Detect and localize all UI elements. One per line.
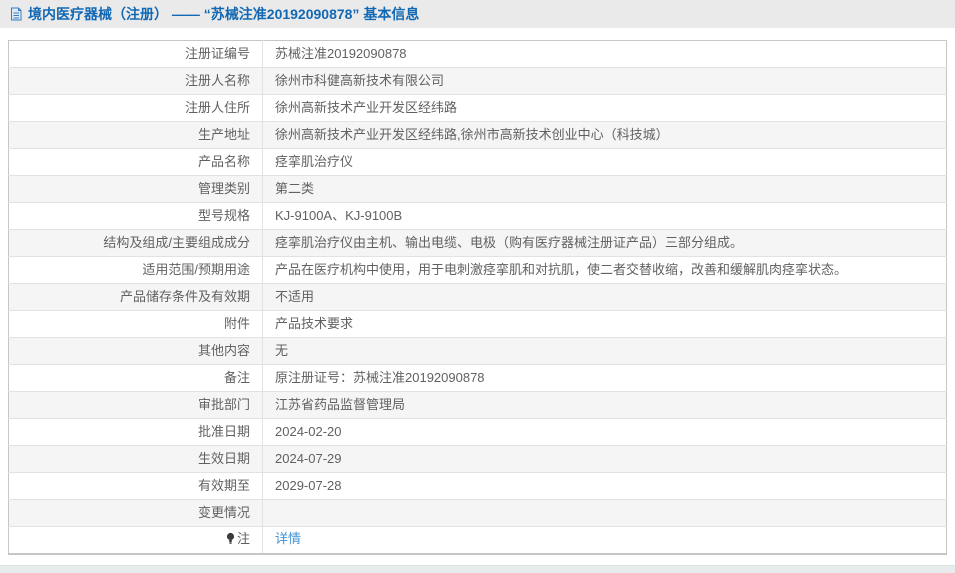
table-row: 注册人名称 徐州市科健高新技术有限公司 bbox=[8, 67, 947, 95]
row-value: 原注册证号：苏械注准20192090878 bbox=[275, 369, 485, 385]
row-label: 管理类别 bbox=[8, 175, 263, 203]
table-row: 审批部门 江苏省药品监督管理局 bbox=[8, 391, 947, 419]
row-value: 江苏省药品监督管理局 bbox=[275, 396, 406, 412]
row-value: 徐州高新技术产业开发区经纬路 bbox=[275, 99, 458, 115]
row-label: 适用范围/预期用途 bbox=[8, 256, 263, 284]
row-label: 生效日期 bbox=[8, 445, 263, 473]
table-row: 生效日期 2024-07-29 bbox=[8, 445, 947, 473]
row-label: 产品储存条件及有效期 bbox=[8, 283, 263, 311]
table-row: 生产地址 徐州高新技术产业开发区经纬路,徐州市高新技术创业中心（科技城） bbox=[8, 121, 947, 149]
info-table-body: 注册证编号 苏械注准20192090878 注册人名称 徐州市科健高新技术有限公司 注册… bbox=[8, 40, 947, 554]
row-value: 无 bbox=[275, 342, 289, 358]
row-label: 审批部门 bbox=[8, 391, 263, 419]
row-label: 型号规格 bbox=[8, 202, 263, 230]
row-value: 徐州市科健高新技术有限公司 bbox=[275, 72, 445, 88]
row-label: 其他内容 bbox=[8, 337, 263, 365]
row-label: 注册人住所 bbox=[8, 94, 263, 122]
table-row: 适用范围/预期用途 产品在医疗机构中使用，用于电刺激痉挛肌和对抗肌，使二者交替收缩… bbox=[8, 256, 947, 284]
row-label: 变更情况 bbox=[8, 499, 263, 527]
row-value: 产品技术要求 bbox=[275, 315, 354, 331]
table-row: 批准日期 2024-02-20 bbox=[8, 418, 947, 446]
table-row: 有效期至 2029-07-28 bbox=[8, 472, 947, 500]
header-bar: 境内医疗器械（注册） —— “苏械注准20192090878” 基本信息 bbox=[0, 0, 955, 28]
row-label: 产品名称 bbox=[8, 148, 263, 176]
row-value: 2029-07-28 bbox=[275, 477, 342, 493]
row-label: 结构及组成/主要组成成分 bbox=[8, 229, 263, 257]
row-value: 第二类 bbox=[275, 180, 315, 196]
table-row: 备注 原注册证号：苏械注准20192090878 bbox=[8, 364, 947, 392]
row-label: 备注 bbox=[8, 364, 263, 392]
table-row: 其他内容无 bbox=[8, 337, 947, 365]
row-label: 批准日期 bbox=[8, 418, 263, 446]
row-label: 生产地址 bbox=[8, 121, 263, 149]
page-title: 境内医疗器械（注册） —— “苏械注准20192090878” 基本信息 bbox=[28, 6, 420, 22]
table-row: 变更情况 bbox=[8, 499, 947, 527]
row-value bbox=[263, 500, 947, 527]
table-row: 型号规格 KJ-9100A、KJ-9100B bbox=[8, 202, 947, 230]
row-label: 注 bbox=[8, 526, 263, 554]
registration-info-table: 注册证编号 苏械注准20192090878 注册人名称 徐州市科健高新技术有限公司 注册… bbox=[8, 40, 947, 555]
row-value: 详情 bbox=[263, 527, 947, 554]
row-label: 注册证编号 bbox=[8, 40, 263, 68]
table-row: 产品名称 痉挛肌治疗仪 bbox=[8, 148, 947, 176]
table-row: 注详情 bbox=[8, 526, 947, 554]
bulb-icon bbox=[226, 532, 235, 545]
footer-strip bbox=[0, 565, 955, 573]
row-label: 附件 bbox=[8, 310, 263, 338]
table-row: 注册人住所 徐州高新技术产业开发区经纬路 bbox=[8, 94, 947, 122]
table-row: 附件 产品技术要求 bbox=[8, 310, 947, 338]
row-value: KJ-9100A、KJ-9100B bbox=[275, 207, 403, 223]
row-value: 2024-02-20 bbox=[275, 423, 342, 439]
table-row: 注册证编号 苏械注准20192090878 bbox=[8, 40, 947, 68]
row-value: 不适用 bbox=[275, 288, 315, 304]
row-value: 产品在医疗机构中使用，用于电刺激痉挛肌和对抗肌，使二者交替收缩，改善和缓解肌肉痉… bbox=[275, 261, 848, 277]
row-label: 注册人名称 bbox=[8, 67, 263, 95]
row-value: 痉挛肌治疗仪 bbox=[275, 153, 354, 169]
document-icon bbox=[9, 7, 23, 21]
details-link[interactable]: 详情 bbox=[275, 531, 301, 546]
table-row: 结构及组成/主要组成成分 痉挛肌治疗仪由主机、输出电缆、电极（购有医疗器械注册证产… bbox=[8, 229, 947, 257]
row-label: 有效期至 bbox=[8, 472, 263, 500]
row-value: 2024-07-29 bbox=[275, 450, 342, 466]
table-row: 管理类别 第二类 bbox=[8, 175, 947, 203]
table-row: 产品储存条件及有效期 不适用 bbox=[8, 283, 947, 311]
row-value: 痉挛肌治疗仪由主机、输出电缆、电极（购有医疗器械注册证产品）三部分组成。 bbox=[275, 234, 744, 250]
row-value: 徐州高新技术产业开发区经纬路,徐州市高新技术创业中心（科技城） bbox=[275, 126, 669, 142]
row-value: 苏械注准20192090878 bbox=[275, 45, 407, 61]
